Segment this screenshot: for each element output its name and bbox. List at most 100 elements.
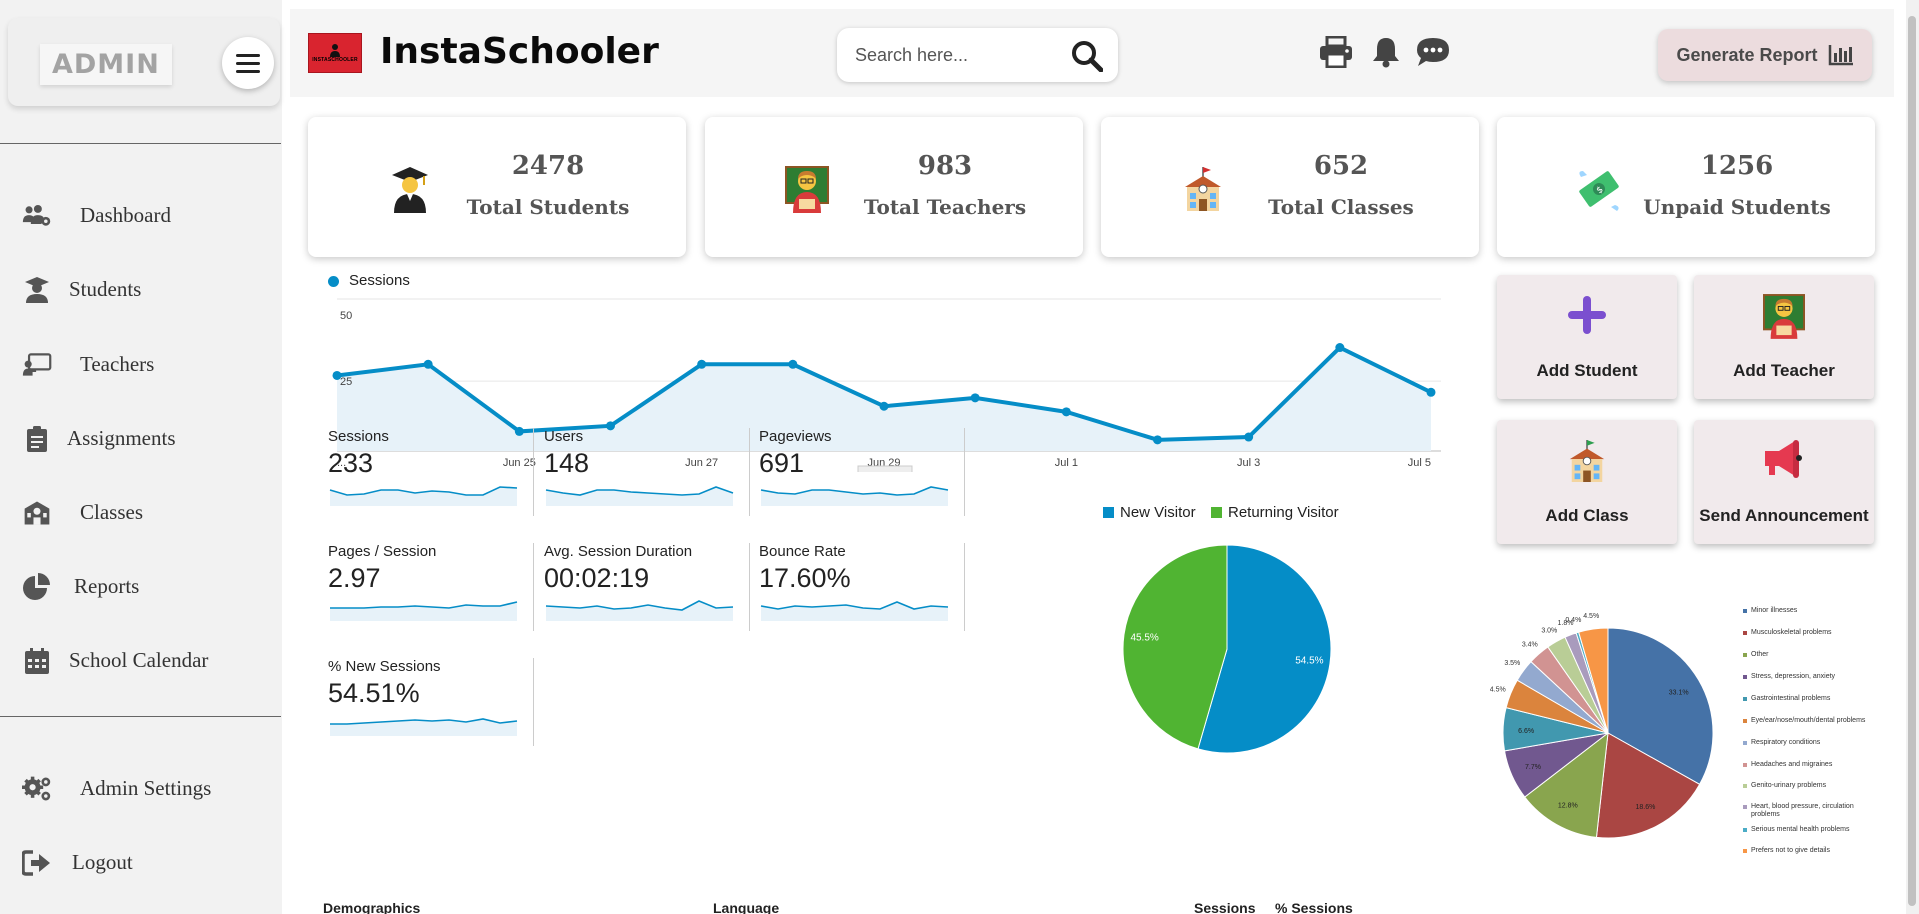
legend-label: Musculoskeletal problems: [1751, 629, 1832, 636]
legend-swatch: [1743, 805, 1747, 809]
y-tick-label: 50: [340, 310, 352, 322]
gears-icon: [22, 775, 52, 803]
sidebar-item-students[interactable]: Students: [0, 264, 280, 316]
action-label: Add Class: [1545, 506, 1629, 525]
metric-tile: Users 148: [544, 428, 750, 516]
page-scrollbar-thumb[interactable]: [1908, 16, 1916, 906]
print-icon[interactable]: [1319, 35, 1353, 73]
health-legend-item: Other: [1743, 651, 1883, 659]
sidebar-item-dashboard[interactable]: Dashboard: [0, 190, 280, 242]
health-legend-item: Minor illnesses: [1743, 607, 1883, 615]
page-scrollbar[interactable]: [1906, 0, 1919, 914]
stat-card-unpaid-students: $ 1256 Unpaid Students: [1497, 117, 1875, 257]
sparkline-area: [330, 719, 517, 736]
metric-tile: Avg. Session Duration 00:02:19: [544, 543, 750, 631]
sidebar-item-label: Teachers: [80, 352, 155, 376]
health-legend-item: Genito-urinary problems: [1743, 782, 1883, 790]
legend-swatch: [1743, 763, 1747, 767]
legend-label: New Visitor: [1120, 504, 1196, 521]
plus-icon: [1568, 296, 1606, 334]
health-legend-item: Serious mental health problems: [1743, 826, 1883, 834]
table-header-demographics: Demographics: [323, 900, 421, 914]
hamburger-menu-button[interactable]: [222, 37, 274, 89]
metric-sparkline: [545, 600, 734, 621]
sidebar-item-admin-settings[interactable]: Admin Settings: [0, 763, 280, 815]
legend-swatch: [1743, 675, 1747, 679]
megaphone-icon: [1765, 440, 1802, 478]
legend-swatch: [1743, 653, 1747, 657]
sessions-data-point: [423, 359, 433, 369]
health-legend-item: Gastrointestinal problems: [1743, 695, 1883, 703]
sparkline-area: [330, 487, 517, 506]
add-class-button[interactable]: Add Class: [1497, 420, 1677, 544]
legend-swatch: [1743, 741, 1747, 745]
users-gear-icon: [22, 202, 52, 230]
metric-value: 691: [759, 448, 805, 478]
sessions-data-point: [1244, 432, 1254, 442]
metric-value: 17.60%: [759, 563, 851, 593]
sessions-data-point: [879, 401, 889, 411]
sidebar-item-classes[interactable]: Classes: [0, 487, 280, 539]
visitor-pie-chart: 54.5% 45.5%: [1122, 544, 1332, 754]
metric-label: Users: [544, 428, 584, 445]
sidebar-item-label: Dashboard: [80, 203, 171, 227]
legend-swatch: [1743, 631, 1747, 635]
school-emoji-icon: [1569, 440, 1605, 482]
search-icon[interactable]: [1071, 40, 1104, 77]
sidebar-item-label: Classes: [80, 500, 143, 524]
health-pie-data-label: 7.7%: [1525, 764, 1541, 771]
visitor-pie-data-label: 45.5%: [1130, 632, 1158, 643]
table-header-percent-sessions: % Sessions: [1275, 900, 1353, 914]
legend-label: Gastrointestinal problems: [1751, 695, 1831, 702]
metric-label: % New Sessions: [328, 658, 441, 675]
sessions-data-point: [697, 359, 707, 369]
metric-label: Pageviews: [759, 428, 832, 445]
stat-card-total-students: 2478 Total Students: [308, 117, 686, 257]
logout-icon: [22, 849, 52, 877]
health-legend-item: Respiratory conditions: [1743, 739, 1883, 747]
health-legend-item: Stress, depression, anxiety: [1743, 673, 1883, 681]
clipboard-icon: [22, 425, 52, 453]
action-label: Add Teacher: [1733, 361, 1835, 380]
sidebar-divider: [0, 716, 281, 717]
legend-label: Returning Visitor: [1228, 504, 1339, 521]
generate-report-button[interactable]: Generate Report: [1658, 29, 1872, 81]
sidebar-item-assignments[interactable]: Assignments: [0, 413, 280, 465]
sessions-data-point: [1061, 407, 1071, 417]
chat-icon[interactable]: [1415, 36, 1451, 73]
add-student-button[interactable]: Add Student: [1497, 275, 1677, 399]
legend-swatch: [1103, 507, 1114, 518]
search-box: [837, 28, 1118, 82]
admin-label: ADMIN: [40, 44, 172, 85]
metric-sparkline: [760, 601, 949, 621]
health-pie-data-label: 4.5%: [1583, 613, 1599, 620]
stat-value: 652: [1313, 151, 1369, 181]
health-legend-item: Prefers not to give details: [1743, 847, 1883, 855]
metric-sparkline: [329, 486, 518, 506]
legend-label: Headaches and migraines: [1751, 761, 1833, 768]
graduate-emoji-icon: [392, 167, 428, 213]
search-input[interactable]: [855, 42, 1055, 68]
send-announcement-button[interactable]: Send Announcement: [1694, 420, 1874, 544]
legend-label: Serious mental health problems: [1751, 826, 1850, 833]
metric-label: Sessions: [328, 428, 389, 445]
hamburger-line: [236, 69, 260, 73]
sparkline-area: [761, 602, 948, 621]
metric-sparkline: [545, 486, 734, 506]
metric-label: Bounce Rate: [759, 543, 846, 560]
legend-label: Other: [1751, 651, 1769, 658]
sidebar-item-school-calendar[interactable]: School Calendar: [0, 635, 280, 687]
bell-icon[interactable]: [1371, 36, 1401, 73]
sidebar-item-label: Students: [69, 277, 142, 301]
calendar-icon: [22, 647, 52, 675]
sidebar-item-reports[interactable]: Reports: [0, 561, 280, 613]
sidebar-item-teachers[interactable]: Teachers: [0, 339, 280, 391]
sparkline-area: [761, 487, 948, 506]
stat-value: 1256: [1700, 151, 1774, 181]
sidebar-item-logout[interactable]: Logout: [0, 837, 280, 889]
metric-value: 00:02:19: [544, 563, 650, 593]
add-teacher-button[interactable]: Add Teacher: [1694, 275, 1874, 399]
school-icon: [22, 499, 52, 527]
app-logo: INSTASCHOOLER: [308, 33, 362, 73]
sessions-data-point: [1426, 387, 1436, 397]
